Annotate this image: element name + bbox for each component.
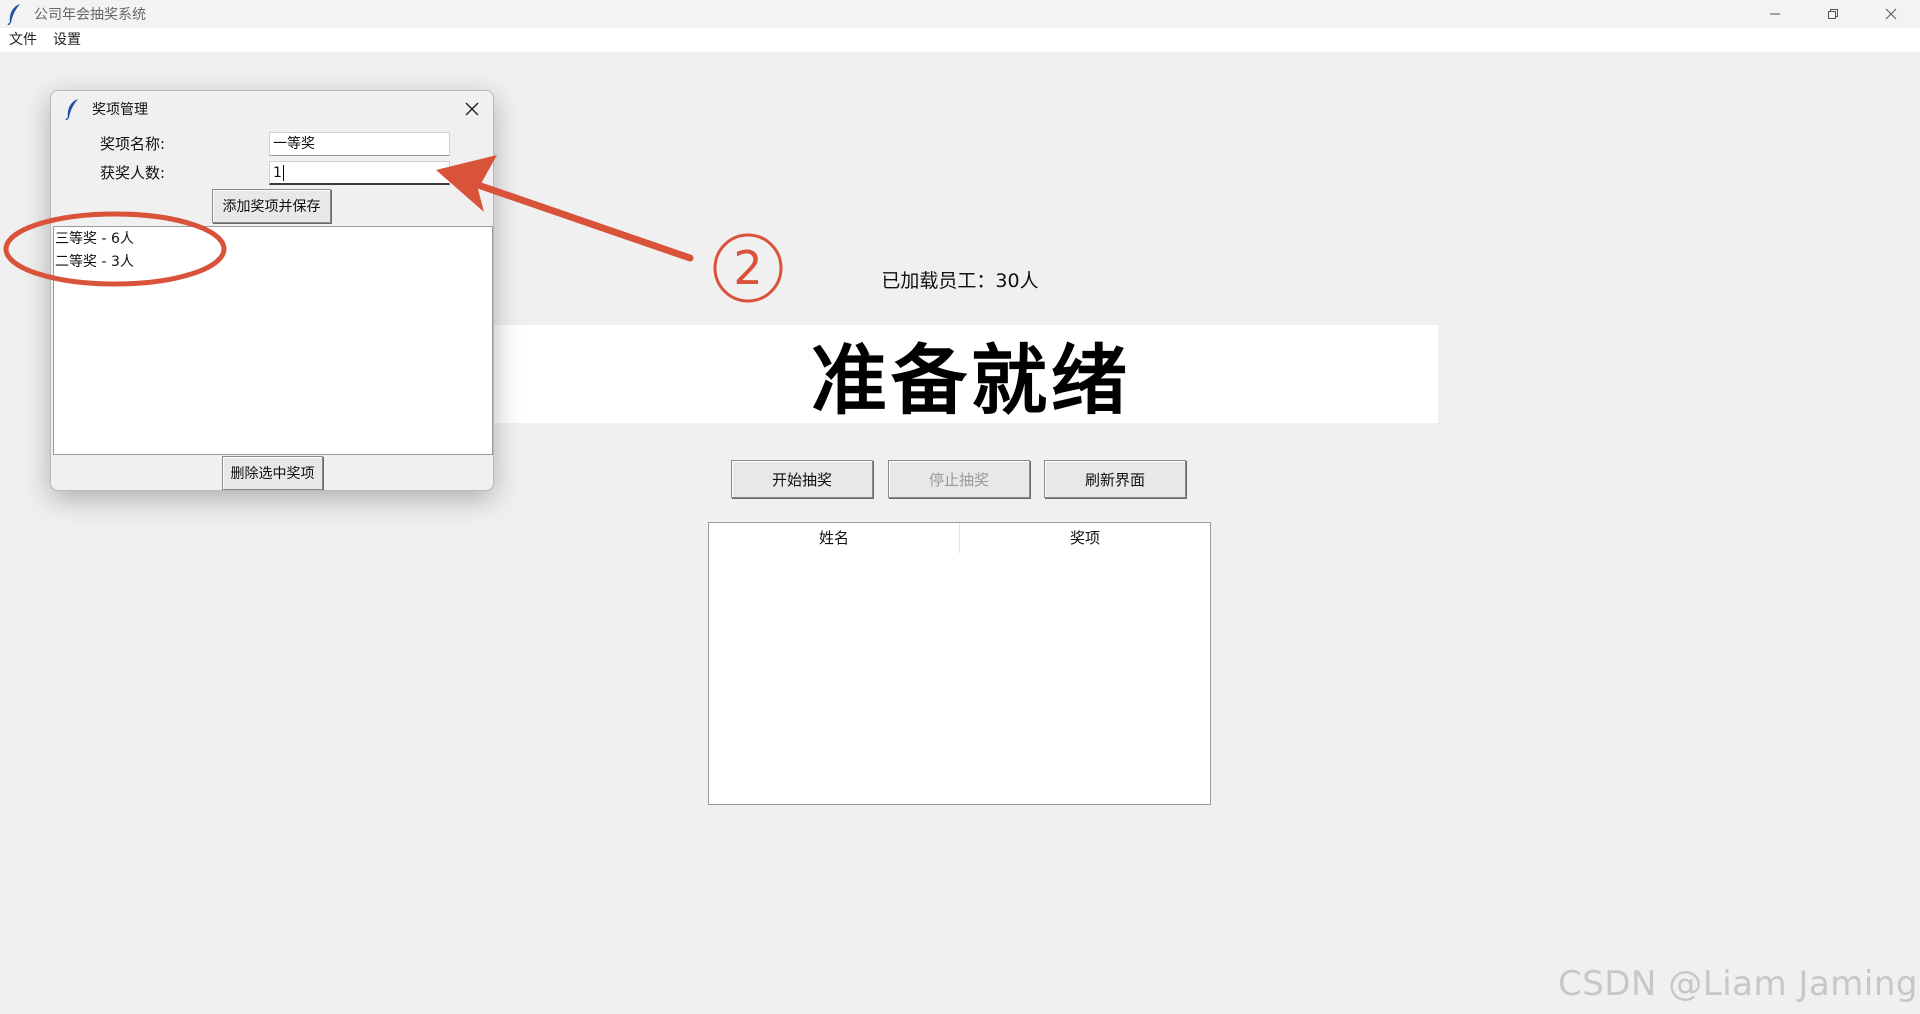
- add-prize-button[interactable]: 添加奖项并保存: [212, 189, 331, 223]
- feather-icon: [64, 98, 82, 121]
- menu-settings[interactable]: 设置: [45, 28, 89, 52]
- table-body: [709, 553, 1210, 805]
- winner-count-label: 获奖人数:: [100, 164, 166, 182]
- prize-name-value: 一等奖: [273, 136, 315, 152]
- prize-listbox[interactable]: 三等奖 - 6人 二等奖 - 3人: [53, 226, 493, 455]
- window-title: 公司年会抽奖系统: [34, 7, 146, 23]
- column-header-name[interactable]: 姓名: [709, 523, 959, 553]
- feather-icon: [6, 3, 24, 26]
- delete-prize-button[interactable]: 删除选中奖项: [222, 456, 323, 490]
- start-draw-button[interactable]: 开始抽奖: [731, 460, 873, 498]
- dialog-titlebar: 奖项管理: [51, 91, 493, 127]
- minimize-icon: [1770, 13, 1780, 15]
- stop-draw-button[interactable]: 停止抽奖: [888, 460, 1030, 498]
- text-caret: [282, 165, 284, 181]
- step-marker-text: 2: [733, 241, 762, 295]
- column-header-prize[interactable]: 奖项: [959, 523, 1210, 553]
- minimize-button[interactable]: [1746, 0, 1804, 28]
- close-button[interactable]: [1862, 0, 1920, 28]
- list-item[interactable]: 二等奖 - 3人: [54, 251, 492, 274]
- winner-count-input[interactable]: 1: [269, 161, 450, 185]
- status-text: 准备就绪: [811, 336, 1131, 425]
- restore-button[interactable]: [1804, 0, 1862, 28]
- prize-management-dialog: 奖项管理 奖项名称: 一等奖 获奖人数: 1 添加奖项并保存 三等奖 - 6人 …: [50, 90, 494, 491]
- restore-icon: [1828, 9, 1838, 19]
- winners-table[interactable]: 姓名 奖项: [708, 522, 1211, 805]
- close-icon: [465, 102, 479, 116]
- table-header: 姓名 奖项: [709, 523, 1210, 553]
- watermark: CSDN @Liam Jaming: [1558, 964, 1918, 1004]
- menu-file[interactable]: 文件: [1, 28, 45, 52]
- winner-count-value: 1: [273, 165, 282, 181]
- list-item[interactable]: 三等奖 - 6人: [54, 228, 492, 251]
- refresh-button[interactable]: 刷新界面: [1044, 460, 1186, 498]
- dialog-title: 奖项管理: [92, 102, 148, 118]
- annotation-arrow: [474, 181, 694, 262]
- loaded-employees-label: 已加载员工：30人: [881, 270, 1039, 292]
- dialog-close-button[interactable]: [459, 97, 485, 121]
- menu-bar: 文件 设置: [0, 28, 1920, 52]
- prize-name-input[interactable]: 一等奖: [269, 132, 450, 156]
- window-titlebar: 公司年会抽奖系统: [0, 0, 1920, 28]
- status-panel: 准备就绪: [490, 325, 1438, 425]
- close-icon: [1885, 8, 1897, 20]
- prize-name-label: 奖项名称:: [100, 135, 166, 153]
